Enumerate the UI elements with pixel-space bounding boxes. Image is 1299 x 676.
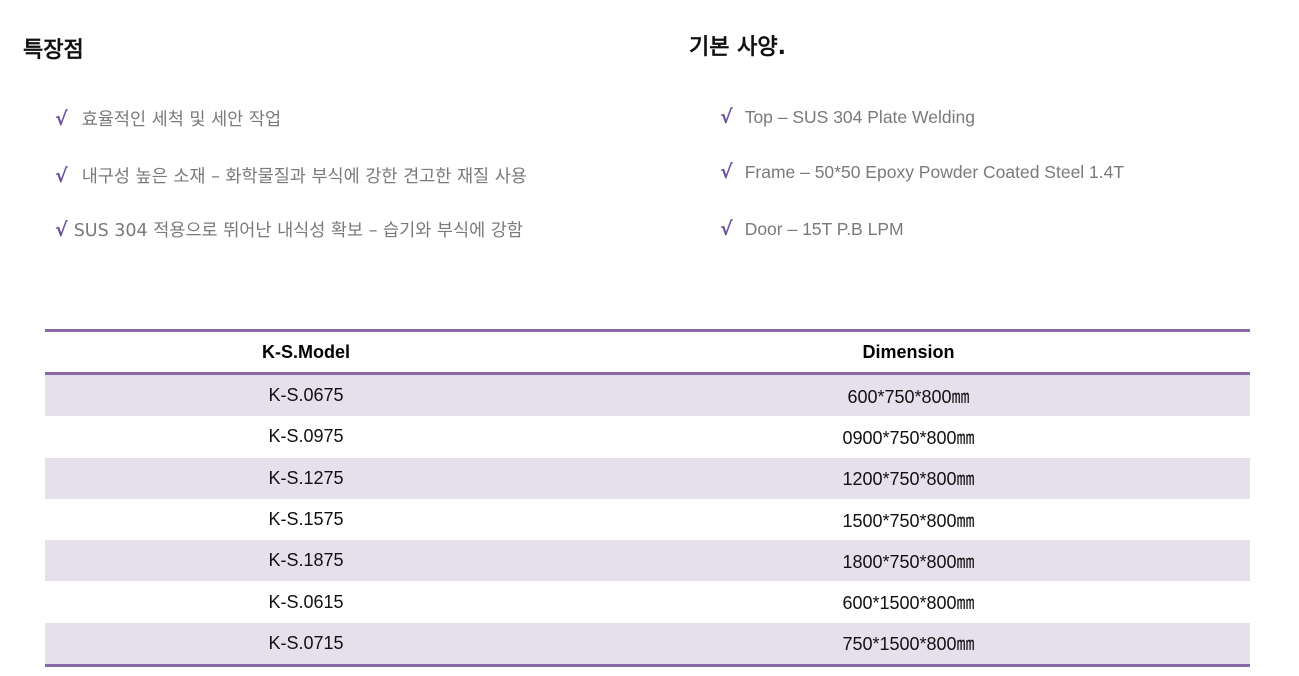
dimension-cell: 600*750*800㎜ <box>847 386 970 407</box>
checkmark-icon: √ <box>720 106 733 128</box>
spec-text: Top – SUS 304 Plate Welding <box>744 107 975 127</box>
feature-item: √ 효율적인 세척 및 세안 작업 <box>55 110 281 130</box>
checkmark-icon: √ <box>55 108 68 130</box>
spec-item: √ Door – 15T P.B LPM <box>720 220 904 240</box>
model-cell: K-S.1275 <box>268 467 344 488</box>
dimension-cell: 1500*750*800㎜ <box>842 510 975 531</box>
spec-text: Frame – 50*50 Epoxy Powder Coated Steel … <box>744 162 1125 182</box>
spec-text: Door – 15T P.B LPM <box>744 219 904 239</box>
feature-text: 내구성 높은 소재 – 화학물질과 부식에 강한 견고한 재질 사용 <box>81 167 527 187</box>
table-row: K-S.1575 1500*750*800㎜ <box>45 498 1250 541</box>
checkmark-icon: √ <box>55 165 68 187</box>
dimension-cell: 750*1500*800㎜ <box>842 634 975 655</box>
table-row: K-S.1875 1800*750*800㎜ <box>45 540 1250 582</box>
features-title: 특장점 <box>23 38 84 63</box>
column-header-dimension: Dimension <box>567 330 1250 375</box>
feature-item: √ SUS 304 적용으로 뛰어난 내식성 확보 – 습기와 부식에 강함 <box>55 221 523 241</box>
table-row: K-S.0975 0900*750*800㎜ <box>45 416 1250 458</box>
checkmark-icon: √ <box>720 161 733 183</box>
table-row: K-S.0675 600*750*800㎜ <box>45 373 1250 417</box>
specs-title: 기본 사양. <box>689 35 786 60</box>
dimension-cell: 600*1500*800㎜ <box>842 593 975 614</box>
spec-item: √ Top – SUS 304 Plate Welding <box>720 108 975 128</box>
model-cell: K-S.0675 <box>268 385 344 406</box>
model-cell: K-S.1575 <box>268 509 344 530</box>
spec-item: √ Frame – 50*50 Epoxy Powder Coated Steel… <box>720 163 1124 183</box>
model-cell: K-S.0615 <box>268 591 344 612</box>
model-cell: K-S.1875 <box>268 550 344 571</box>
dimension-cell: 1200*750*800㎜ <box>842 469 975 490</box>
checkmark-icon: √ <box>720 218 733 240</box>
dimension-cell: 1800*750*800㎜ <box>842 551 975 572</box>
model-cell: K-S.0975 <box>268 426 344 447</box>
table-row: K-S.0715 750*1500*800㎜ <box>45 622 1250 666</box>
column-header-model: K-S.Model <box>45 330 567 375</box>
feature-text: 효율적인 세척 및 세안 작업 <box>81 110 282 130</box>
dimension-cell: 0900*750*800㎜ <box>842 427 975 448</box>
model-table: K-S.Model Dimension K-S.0675 600*750*800… <box>45 329 1250 668</box>
table-row: K-S.1275 1200*750*800㎜ <box>45 457 1250 499</box>
table-row: K-S.0615 600*1500*800㎜ <box>45 581 1250 623</box>
checkmark-icon: √ <box>55 219 68 241</box>
feature-text: SUS 304 적용으로 뛰어난 내식성 확보 – 습기와 부식에 강함 <box>73 221 523 241</box>
table-header-row: K-S.Model Dimension <box>45 330 1250 375</box>
feature-item: √ 내구성 높은 소재 – 화학물질과 부식에 강한 견고한 재질 사용 <box>55 167 527 187</box>
model-cell: K-S.0715 <box>268 632 344 653</box>
